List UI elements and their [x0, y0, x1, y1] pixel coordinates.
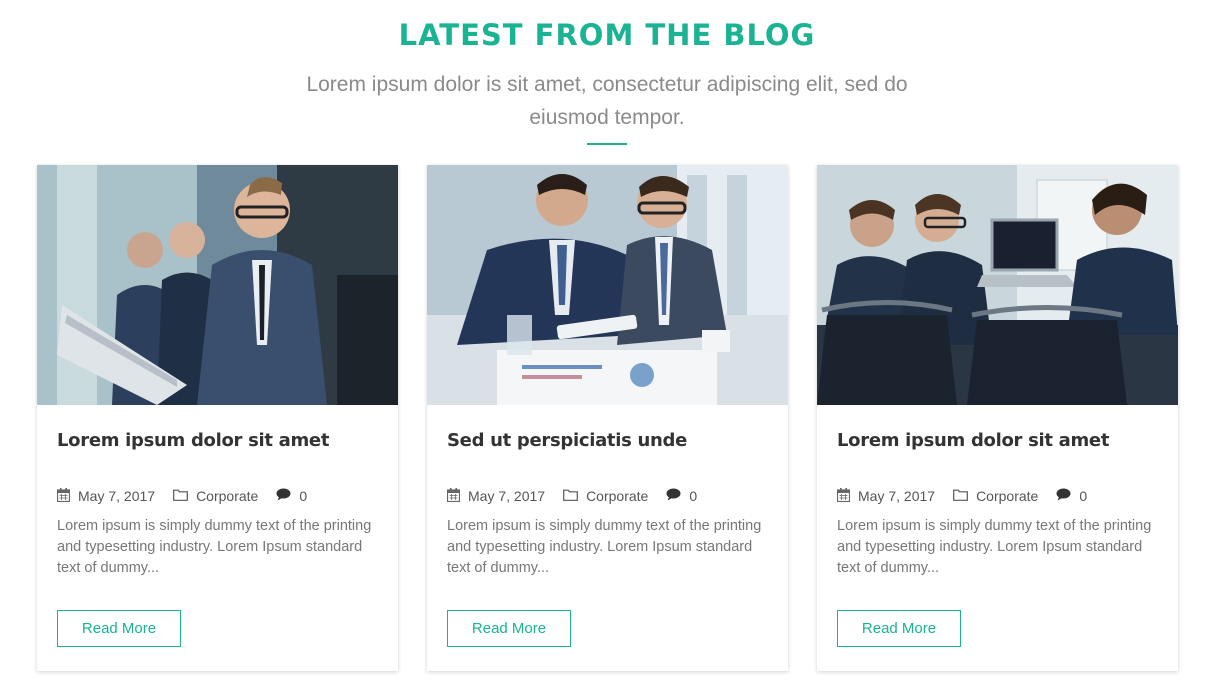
- read-more-button[interactable]: Read More: [57, 610, 181, 647]
- calendar-icon: [446, 487, 461, 505]
- post-excerpt: Lorem ipsum is simply dummy text of the …: [837, 518, 1152, 576]
- post-meta: May 7, 2017 Corporate 0: [836, 487, 1105, 505]
- post-comment-count[interactable]: 0: [689, 488, 697, 504]
- post-excerpt: Lorem ipsum is simply dummy text of the …: [57, 518, 372, 576]
- blog-card: Sed ut perspiciatis unde May 7, 2017 Cor…: [427, 165, 788, 671]
- post-comment-count[interactable]: 0: [1079, 488, 1087, 504]
- folder-icon: [953, 488, 968, 504]
- read-more-button[interactable]: Read More: [837, 610, 961, 647]
- post-image[interactable]: [37, 165, 398, 405]
- post-image[interactable]: [817, 165, 1178, 405]
- post-meta: May 7, 2017 Corporate 0: [56, 487, 325, 505]
- post-date: May 7, 2017: [468, 488, 546, 504]
- post-meta: May 7, 2017 Corporate 0: [446, 487, 715, 505]
- blog-card: Lorem ipsum dolor sit amet May 7, 2017 C…: [37, 165, 398, 671]
- section-subtitle: Lorem ipsum dolor is sit amet, consectet…: [306, 73, 908, 129]
- post-category[interactable]: Corporate: [976, 488, 1038, 504]
- folder-icon: [173, 488, 188, 504]
- post-date: May 7, 2017: [858, 488, 936, 504]
- post-title[interactable]: Lorem ipsum dolor sit amet: [837, 430, 1157, 451]
- section-title: LATEST FROM THE BLOG: [398, 18, 816, 52]
- post-category[interactable]: Corporate: [586, 488, 648, 504]
- folder-icon: [563, 488, 578, 504]
- comment-icon: [666, 488, 681, 504]
- post-title[interactable]: Sed ut perspiciatis unde: [447, 430, 767, 451]
- post-title[interactable]: Lorem ipsum dolor sit amet: [57, 430, 377, 451]
- blog-card: Lorem ipsum dolor sit amet May 7, 2017 C…: [817, 165, 1178, 671]
- post-category[interactable]: Corporate: [196, 488, 258, 504]
- comment-icon: [276, 488, 291, 504]
- post-date: May 7, 2017: [78, 488, 156, 504]
- comment-icon: [1056, 488, 1071, 504]
- title-divider: [587, 143, 627, 145]
- post-comment-count[interactable]: 0: [299, 488, 307, 504]
- calendar-icon: [836, 487, 851, 505]
- calendar-icon: [56, 487, 71, 505]
- post-image[interactable]: [427, 165, 788, 405]
- read-more-button[interactable]: Read More: [447, 610, 571, 647]
- post-excerpt: Lorem ipsum is simply dummy text of the …: [447, 518, 762, 576]
